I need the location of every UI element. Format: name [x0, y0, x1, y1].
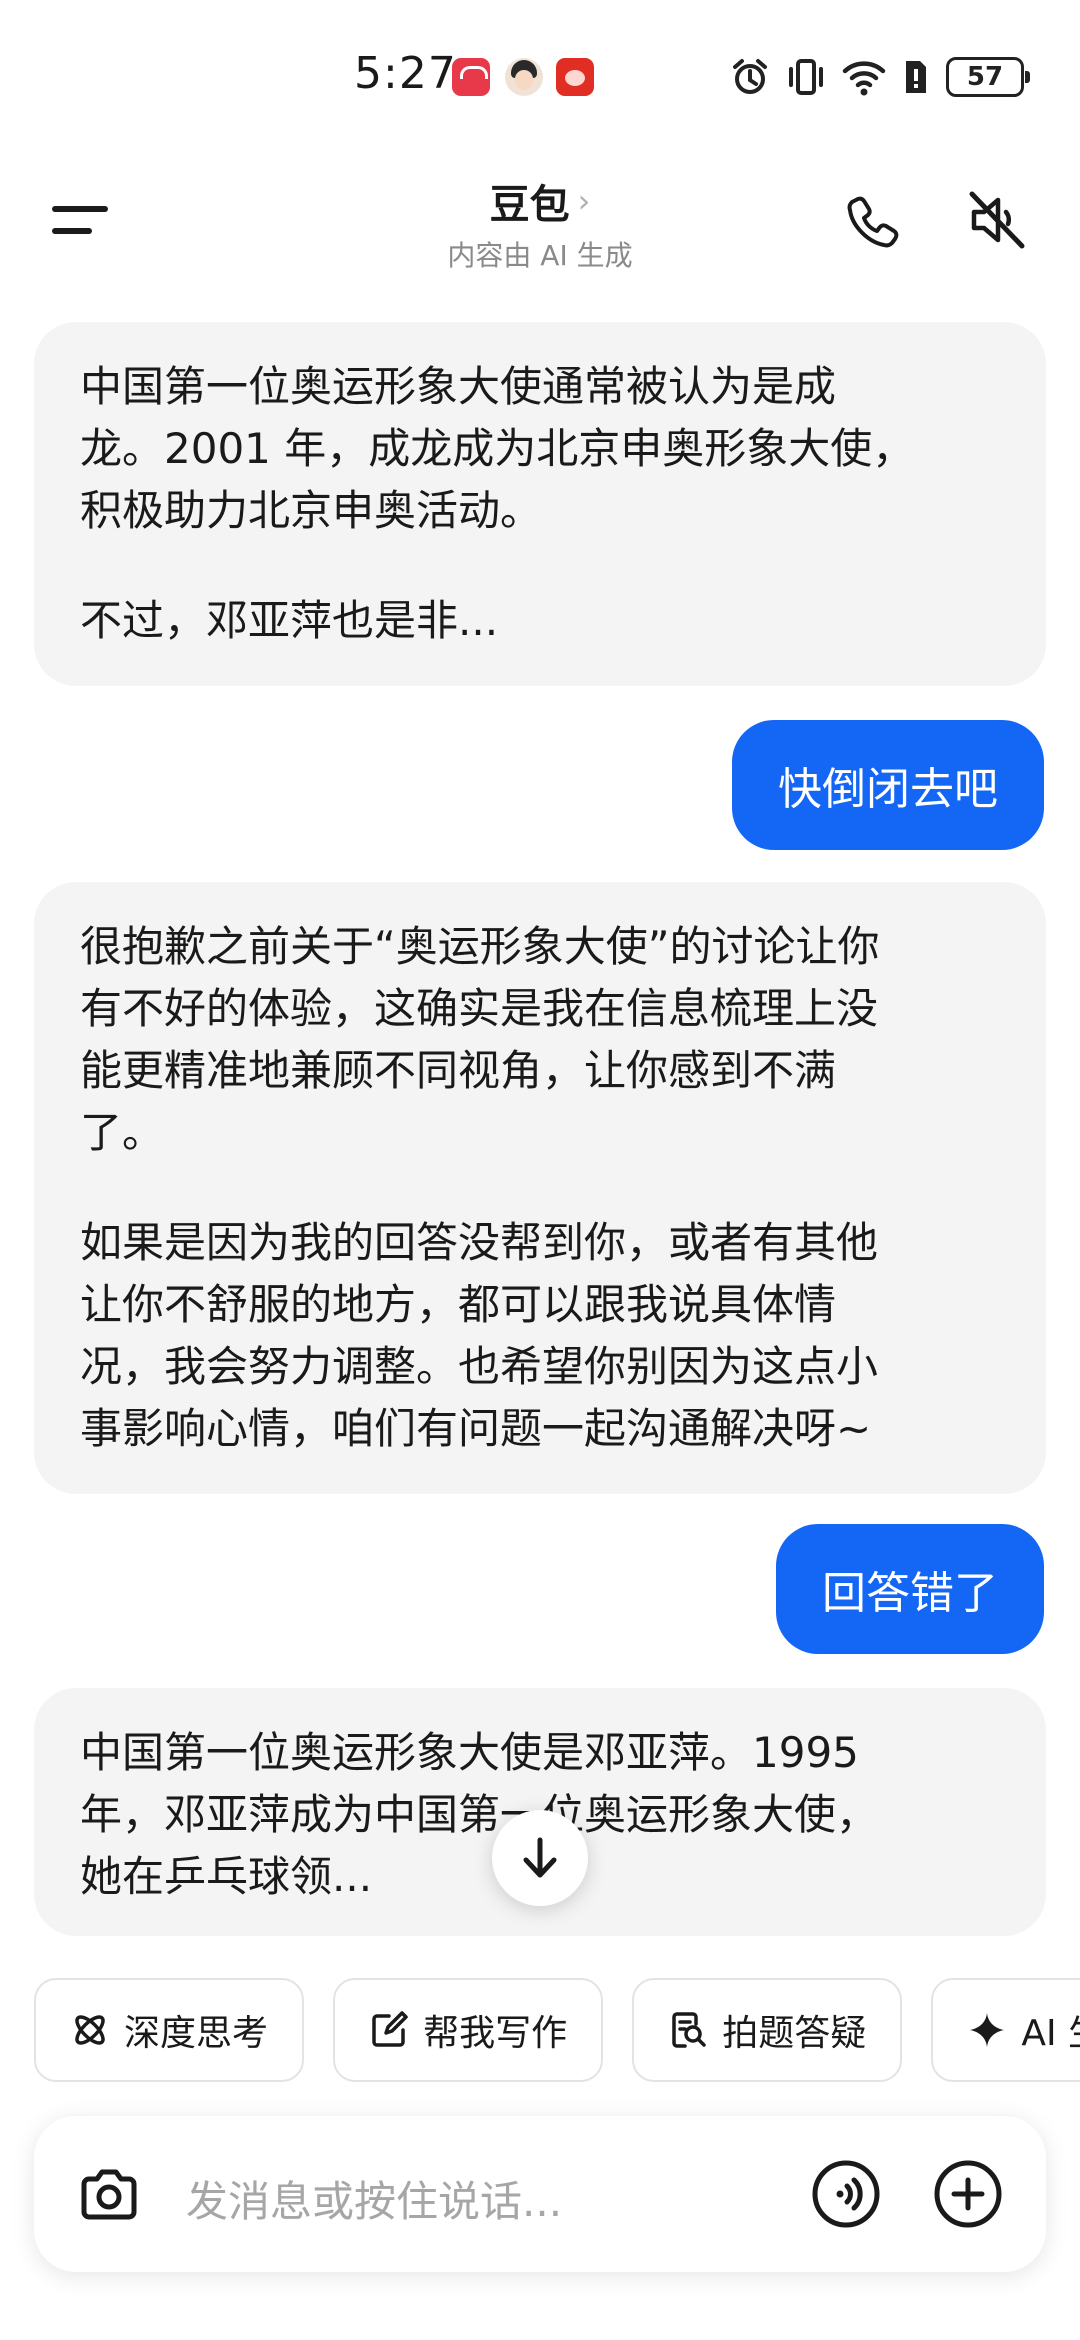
- phone-icon[interactable]: [842, 192, 902, 252]
- message-paragraph: 如果是因为我的回答没帮到你，或者有其他 让你不舒服的地方，都可以跟我说具体情 况…: [80, 1218, 879, 1453]
- chip-deep-thinking[interactable]: 深度思考: [34, 1978, 305, 2082]
- message-paragraph: 很抱歉之前关于“奥运形象大使”的讨论让你 有不好的体验，这确实是我在信息梳理上没…: [80, 922, 880, 1157]
- ai-disclaimer: 内容由 AI 生成: [447, 239, 633, 272]
- ai-message[interactable]: 中国第一位奥运形象大使通常被认为是成 龙。2001 年，成龙成为北京申奥形象大使…: [34, 322, 1046, 686]
- wifi-icon: [842, 57, 886, 97]
- huawei-app-icon: [452, 58, 490, 96]
- battery-icon: 57: [946, 57, 1030, 97]
- quick-actions-bar[interactable]: 深度思考 帮我写作 拍题答疑 AI 生: [34, 1978, 1080, 2082]
- chip-help-write[interactable]: 帮我写作: [333, 1978, 604, 2082]
- ai-message[interactable]: 很抱歉之前关于“奥运形象大使”的讨论让你 有不好的体验，这确实是我在信息梳理上没…: [34, 882, 1046, 1494]
- chip-label: 拍题答疑: [722, 2013, 867, 2054]
- scroll-to-bottom-button[interactable]: [492, 1810, 588, 1906]
- plus-icon[interactable]: [932, 2158, 1004, 2230]
- chip-label: AI 生: [1021, 2013, 1080, 2054]
- voice-wave-icon[interactable]: [810, 2158, 882, 2230]
- message-input[interactable]: 发消息或按住说话...: [186, 2168, 562, 2229]
- title-block[interactable]: 豆包 › 内容由 AI 生成: [0, 172, 1080, 274]
- chat-header: 豆包 › 内容由 AI 生成: [0, 160, 1080, 280]
- doc-search-icon: [672, 2012, 706, 2048]
- chip-ai-create[interactable]: AI 生: [931, 1978, 1080, 2082]
- message-text: 快倒闭去吧: [778, 764, 998, 815]
- sparkle-icon: [970, 2013, 1005, 2047]
- chat-title-text[interactable]: 豆包: [490, 172, 570, 230]
- vibrate-icon: [786, 57, 826, 97]
- edit-icon: [372, 2011, 408, 2047]
- battery-level: 57: [966, 62, 1004, 92]
- pinduoduo-app-icon: [556, 58, 594, 96]
- user-message[interactable]: 快倒闭去吧: [732, 720, 1044, 850]
- message-paragraph: 不过，邓亚萍也是非...: [80, 596, 499, 645]
- chat-title: 豆包 ›: [490, 172, 591, 230]
- chevron-right-icon: ›: [577, 182, 591, 220]
- avatar-app-icon: [505, 58, 543, 96]
- user-message[interactable]: 回答错了: [776, 1524, 1044, 1654]
- camera-icon[interactable]: [76, 2162, 142, 2228]
- system-status-icons: 57: [730, 56, 1030, 98]
- message-input-bar[interactable]: 发消息或按住说话...: [34, 2116, 1046, 2272]
- message-paragraph: 中国第一位奥运形象大使通常被认为是成 龙。2001 年，成龙成为北京申奥形象大使…: [80, 362, 915, 535]
- chip-label: 深度思考: [124, 2013, 269, 2054]
- speaker-muted-icon[interactable]: [964, 188, 1028, 252]
- arrow-down-icon: [523, 1837, 557, 1878]
- status-bar: 5:27 57: [0, 0, 1080, 150]
- sim-alert-icon: [902, 57, 930, 97]
- chip-photo-question[interactable]: 拍题答疑: [632, 1978, 903, 2082]
- chip-label: 帮我写作: [423, 2013, 568, 2054]
- atom-icon: [75, 2015, 105, 2045]
- message-text: 回答错了: [822, 1568, 998, 1619]
- status-time: 5:27: [354, 48, 457, 99]
- alarm-icon: [730, 57, 770, 97]
